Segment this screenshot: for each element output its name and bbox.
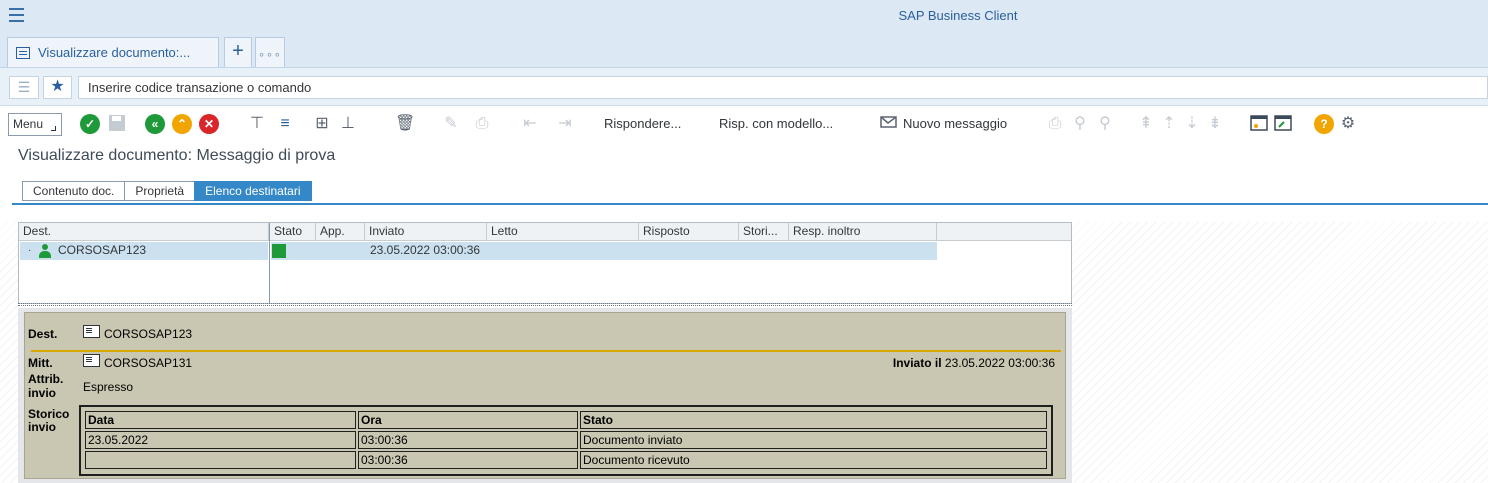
history-header-status: Stato [580,411,1047,429]
pane-splitter[interactable] [18,303,1072,306]
column-header-read[interactable]: Letto [487,223,639,241]
save-icon[interactable] [108,114,128,134]
hierarchy-icon[interactable]: ⊞ [312,114,332,134]
more-tabs-button[interactable]: ∘∘∘ [255,37,285,67]
history-cell-status: Documento inviato [580,431,1047,449]
history-cell-time: 03:00:36 [358,431,578,449]
table-row: 23.05.2022 03:00:36 Documento inviato [85,431,1047,449]
history-table: Data Ora Stato 23.05.2022 03:00:36 Docum… [79,405,1053,476]
column-header-history[interactable]: Stori... [739,223,789,241]
table-row: 03:00:36 Documento ricevuto [85,451,1047,469]
tabs-underline [12,203,1488,205]
column-header-status[interactable]: Stato [270,223,316,241]
column-header-sent[interactable]: Inviato [365,223,487,241]
document-icon [83,354,100,367]
history-cell-status: Documento ricevuto [580,451,1047,469]
column-header-forward[interactable]: Resp. inoltro [789,223,937,241]
detail-panel: Dest. CORSOSAP123 Mitt. CORSOSAP131 Invi… [18,308,1072,483]
session-tab-label: Visualizzare documento:... [38,45,191,60]
history-label-2: invio [28,420,57,434]
attr-value: Espresso [83,380,134,394]
previous-page-icon[interactable]: ⇡ [1159,114,1179,134]
print-icon[interactable]: ⎙ [1045,114,1065,134]
dest-value: CORSOSAP123 [104,327,193,341]
next-page-icon[interactable]: ⇣ [1182,114,1202,134]
layout-icon[interactable]: ≡ [275,114,295,134]
find-next-icon[interactable]: ⚲ [1095,114,1115,134]
check-icon[interactable]: ✓ [80,114,100,134]
document-icon [16,46,30,59]
find-icon[interactable]: ⚲ [1070,114,1090,134]
session-tab-bar: Visualizzare documento:... + ∘∘∘ [0,34,1488,68]
tree-bullet: · [28,245,32,256]
edit-icon[interactable]: ✎ [441,114,461,134]
last-page-icon[interactable]: ⇟ [1205,114,1225,134]
sent-on: Inviato il 23.05.2022 03:00:36 [893,356,1055,370]
tab-properties[interactable]: Proprietà [124,181,196,201]
session-tab[interactable]: Visualizzare documento:... [7,37,219,67]
divider [31,350,1061,352]
dest-label: Dest. [28,327,58,341]
menu-button-label: Menu [13,117,44,131]
column-header-dest[interactable]: Dest. [19,223,269,241]
history-header-date: Data [85,411,356,429]
new-message-button[interactable]: Nuovo messaggio [903,116,1007,131]
app-title: SAP Business Client [898,8,1018,23]
structure-icon[interactable]: ⊥ [338,114,358,134]
settings-icon[interactable]: ⚙ [1338,114,1358,134]
column-header-app[interactable]: App. [316,223,365,241]
star-icon[interactable]: ★ [43,76,72,99]
recipient-name: CORSOSAP123 [58,243,147,257]
sent-on-label: Inviato il [892,356,942,370]
menu-button[interactable]: Menu [8,113,62,136]
attr-label-1: Attrib. [28,372,64,386]
status-indicator [272,244,286,258]
page-title: Visualizzare documento: Messaggio di pro… [18,147,336,164]
reply-with-template-button[interactable]: Risp. con modello... [719,116,833,131]
back-icon[interactable]: « [145,114,165,134]
shell-header: SAP Business Client [0,0,1488,34]
view-tabs: Contenuto doc. Proprietà Elenco destinat… [22,181,312,201]
tab-document-content[interactable]: Contenuto doc. [22,181,126,201]
reply-button[interactable]: Rispondere... [604,116,681,131]
previous-icon[interactable]: ⇤ [520,114,540,134]
tab-recipient-list[interactable]: Elenco destinatari [194,181,312,201]
print-preview-icon[interactable]: ⎙ [472,114,492,134]
help-icon[interactable]: ? [1314,114,1334,134]
sent-on-value: 23.05.2022 03:00:36 [944,356,1055,370]
grid-header: Dest. Stato App. Inviato Letto Risposto … [19,223,1071,241]
history-header-time: Ora [358,411,578,429]
column-header-replied[interactable]: Risposto [639,223,739,241]
up-icon[interactable]: ⌃ [172,114,192,134]
history-cell-time: 03:00:36 [358,451,578,469]
cancel-icon[interactable]: ✕ [199,114,219,134]
command-input[interactable] [78,76,1488,99]
new-message-icon [880,114,900,134]
delete-icon[interactable]: 🗑 [395,114,415,134]
from-label: Mitt. [28,356,53,370]
background-area [0,222,18,483]
next-icon[interactable]: ⇥ [555,114,575,134]
application-toolbar: Menu ✓ « ⌃ ✕ ⊤ ≡ ⊞ ⊥ 🗑 ✎ ⎙ ⇤ ⇥ Risponder… [0,106,1488,142]
chevron-down-icon [51,126,56,131]
command-bar: ☰ ★ [0,68,1488,106]
sent-timestamp: 23.05.2022 03:00:36 [370,243,481,257]
shortcut-icon[interactable] [1274,114,1294,134]
new-tab-button[interactable]: + [224,37,252,67]
from-value: CORSOSAP131 [104,356,193,370]
document-icon [83,325,100,338]
grid-splitter[interactable] [269,223,270,303]
detail-content: Dest. CORSOSAP123 Mitt. CORSOSAP131 Invi… [24,312,1066,479]
filter-icon[interactable]: ⊤ [247,114,267,134]
user-icon [39,244,51,258]
create-session-icon[interactable] [1250,114,1270,134]
list-icon[interactable]: ☰ [9,76,39,99]
first-page-icon[interactable]: ⇞ [1136,114,1156,134]
history-cell-date: 23.05.2022 [85,431,356,449]
attr-label-2: invio [28,386,57,400]
recipient-grid: Dest. Stato App. Inviato Letto Risposto … [18,222,1072,304]
background-area [1072,222,1488,483]
history-cell-date [85,451,356,469]
